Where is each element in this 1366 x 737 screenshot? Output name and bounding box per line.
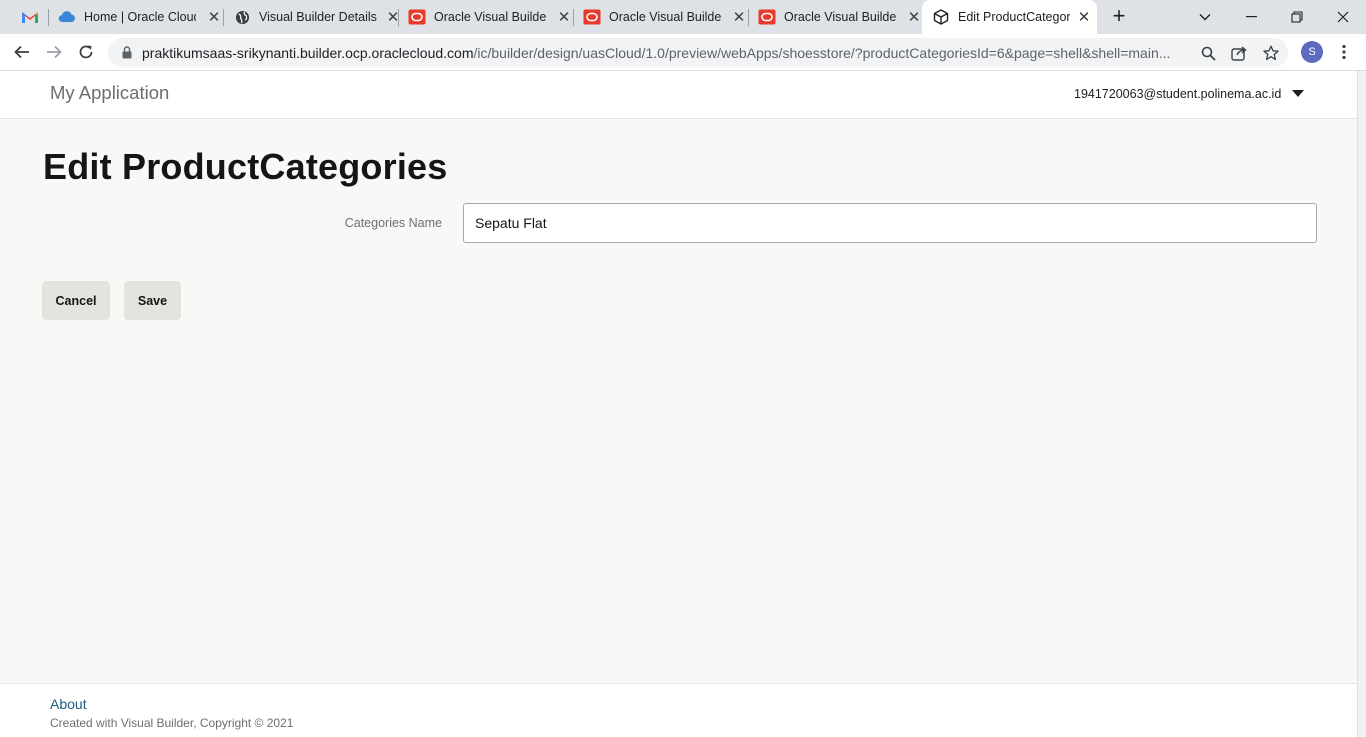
close-icon[interactable]: ✕ [906, 9, 922, 26]
gmail-icon [21, 8, 39, 26]
bookmark-star-icon[interactable] [1261, 43, 1281, 63]
app-footer: About Created with Visual Builder, Copyr… [0, 683, 1357, 737]
page-scrollbar[interactable] [1357, 71, 1366, 737]
page-title: Edit ProductCategories [43, 146, 448, 187]
browser-menu-icon[interactable] [1334, 40, 1354, 64]
tab-title: Oracle Visual Builder [434, 10, 546, 24]
caret-down-icon[interactable] [1292, 90, 1304, 97]
tab-oracle-visual-builder-2[interactable]: Oracle Visual Builder ✕ [583, 0, 747, 34]
zoom-icon[interactable] [1198, 43, 1218, 63]
copyright-text: Created with Visual Builder, Copyright ©… [50, 716, 294, 730]
tab-separator [748, 9, 749, 26]
tab-edit-productcategories[interactable]: Edit ProductCategories ✕ [922, 0, 1097, 34]
close-window-icon[interactable] [1320, 0, 1366, 34]
restore-window-icon[interactable] [1274, 0, 1320, 34]
close-icon[interactable]: ✕ [206, 9, 222, 26]
close-icon[interactable]: ✕ [556, 9, 572, 26]
minimize-window-icon[interactable] [1228, 0, 1274, 34]
app-title: My Application [50, 82, 170, 103]
about-link[interactable]: About [50, 696, 87, 712]
close-icon[interactable]: ✕ [1076, 9, 1092, 26]
url-text: praktikumsaas-srikynanti.builder.ocp.ora… [142, 45, 1187, 61]
tab-search-chevron-icon[interactable] [1182, 0, 1228, 34]
oracle-icon [583, 8, 601, 26]
profile-avatar[interactable]: S [1301, 41, 1323, 63]
tab-title: Oracle Visual Builder [609, 10, 721, 24]
reload-icon[interactable] [73, 39, 99, 65]
oracle-icon [408, 8, 426, 26]
browser-tab-strip: Home | Oracle Cloud ✕ Visual Builder Det… [0, 0, 1366, 34]
tab-oracle-visual-builder-3[interactable]: Oracle Visual Builder ✕ [758, 0, 922, 34]
cloud-icon [58, 8, 76, 26]
browser-toolbar: praktikumsaas-srikynanti.builder.ocp.ora… [0, 34, 1366, 71]
address-bar[interactable]: praktikumsaas-srikynanti.builder.ocp.ora… [108, 38, 1288, 67]
tab-separator [573, 9, 574, 26]
tab-title: Oracle Visual Builder [784, 10, 896, 24]
cancel-button[interactable]: Cancel [42, 281, 110, 320]
tab-visual-builder-details[interactable]: Visual Builder Details ✕ [233, 0, 401, 34]
tab-separator [223, 9, 224, 26]
tab-title: Home | Oracle Cloud [84, 10, 196, 24]
tab-oracle-visual-builder-1[interactable]: Oracle Visual Builder ✕ [408, 0, 572, 34]
tab-gmail[interactable] [16, 0, 44, 34]
tab-separator [398, 9, 399, 26]
url-host: praktikumsaas-srikynanti.builder.ocp.ora… [142, 44, 474, 61]
app-header: My Application 1941720063@student.poline… [0, 71, 1357, 119]
oracle-icon [758, 8, 776, 26]
globe-icon [233, 8, 251, 26]
tab-separator [48, 9, 49, 26]
url-path: /ic/builder/design/uasCloud/1.0/preview/… [473, 44, 1171, 61]
forward-arrow-icon[interactable] [41, 39, 67, 65]
new-tab-button[interactable]: + [1108, 5, 1130, 27]
save-button[interactable]: Save [124, 281, 181, 320]
cube-icon [932, 8, 950, 26]
back-arrow-icon[interactable] [9, 39, 35, 65]
categories-name-label: Categories Name [344, 216, 442, 230]
close-icon[interactable]: ✕ [731, 9, 747, 26]
categories-name-input[interactable] [463, 203, 1317, 243]
share-icon[interactable] [1229, 43, 1249, 63]
tab-title: Visual Builder Details [259, 10, 377, 24]
lock-icon[interactable] [120, 46, 134, 60]
user-menu-email[interactable]: 1941720063@student.polinema.ac.id [1074, 87, 1281, 101]
tab-title: Edit ProductCategories [958, 10, 1070, 24]
tab-home-oracle-cloud[interactable]: Home | Oracle Cloud ✕ [58, 0, 222, 34]
